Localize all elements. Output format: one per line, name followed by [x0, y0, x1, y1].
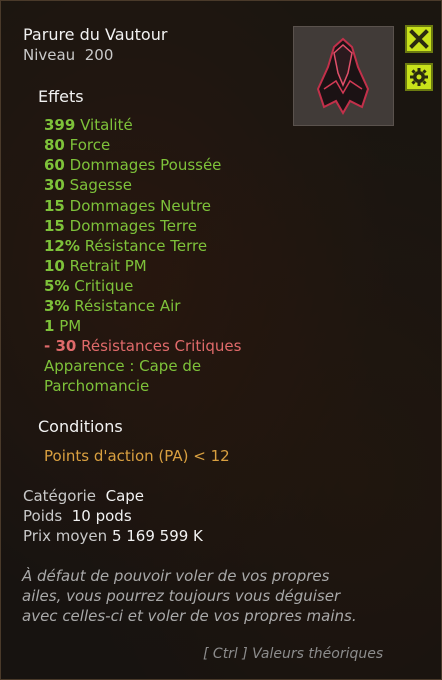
effects-title: Effets — [38, 87, 84, 106]
item-level: Niveau 200 — [23, 45, 113, 65]
price-value: 5 169 599 K — [111, 527, 203, 545]
category-row: Catégorie Cape — [23, 486, 144, 506]
item-tooltip-panel: Parure du Vautour Niveau 200 Effets 399 … — [0, 0, 442, 680]
settings-button[interactable] — [405, 63, 433, 91]
category-value: Cape — [105, 487, 145, 505]
price-label: Prix moyen — [23, 527, 108, 545]
cape-icon — [316, 37, 370, 115]
close-button[interactable] — [405, 25, 433, 53]
effect-row: 10 Retrait PM — [44, 257, 147, 275]
gear-icon — [410, 68, 428, 86]
theoretical-values-hint[interactable]: [ Ctrl ] Valeurs théoriques — [203, 644, 383, 664]
appearance-line: Parchomancie — [44, 377, 150, 395]
item-image — [293, 26, 394, 126]
close-x-icon — [409, 29, 429, 49]
weight-row: Poids 10 pods — [23, 506, 132, 526]
weight-label: Poids — [23, 507, 63, 525]
item-name: Parure du Vautour — [23, 25, 168, 44]
category-label: Catégorie — [23, 487, 97, 505]
effect-row: 60 Dommages Poussée — [44, 156, 222, 174]
effect-row: 15 Dommages Terre — [44, 217, 197, 235]
conditions-title: Conditions — [38, 417, 123, 436]
effect-row: 12% Résistance Terre — [44, 237, 208, 255]
effect-row: 30 Sagesse — [44, 176, 132, 194]
condition-text: Points d'action (PA) < 12 — [44, 447, 230, 465]
weight-value: 10 pods — [71, 507, 132, 525]
effect-row: 399 Vitalité — [44, 116, 133, 134]
effect-row: 15 Dommages Neutre — [44, 197, 212, 215]
price-row: Prix moyen 5 169 599 K — [23, 526, 203, 546]
effect-row: 80 Force — [44, 136, 111, 154]
level-label: Niveau — [23, 46, 76, 64]
effect-row: 5% Critique — [44, 277, 134, 295]
level-value: 200 — [84, 46, 114, 64]
effect-row: 3% Résistance Air — [44, 297, 181, 315]
effect-row: 1 PM — [44, 317, 82, 335]
effect-row-negative: - 30 Résistances Critiques — [44, 337, 242, 355]
appearance-line: Apparence : Cape de — [44, 357, 202, 375]
item-description: À défaut de pouvoir voler de vos propres… — [22, 567, 357, 625]
